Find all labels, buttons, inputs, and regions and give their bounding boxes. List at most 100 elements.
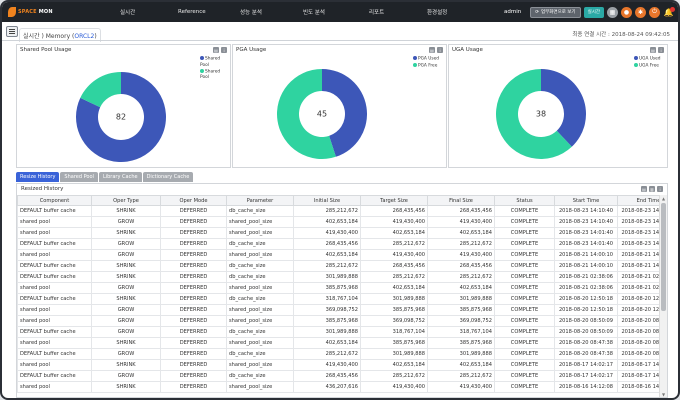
table-cell: 419,430,400 <box>427 249 495 261</box>
table-row[interactable]: DEFAULT buffer cache GROW DEFERRED db_cache… <box>17 370 667 382</box>
table-cell: db_cache_size <box>226 238 294 250</box>
table-cell: 419,430,400 <box>427 216 495 228</box>
menu-toggle-icon[interactable] <box>6 26 18 37</box>
table-cell: SHRINK <box>91 205 161 217</box>
column-header[interactable]: Target Size <box>360 195 428 206</box>
column-header[interactable]: Oper Mode <box>160 195 227 206</box>
panel-title: UGA Usage <box>452 47 483 53</box>
table-cell: 268,435,456 <box>293 370 361 382</box>
table-row[interactable]: DEFAULT buffer cache SHRINK DEFERRED db_cac… <box>17 205 667 217</box>
column-header[interactable]: Initial Size <box>293 195 361 206</box>
table-row[interactable]: DEFAULT buffer cache SHRINK DEFERRED db_cac… <box>17 271 667 283</box>
table-row[interactable]: DEFAULT buffer cache SHRINK DEFERRED db_cac… <box>17 293 667 305</box>
table-row[interactable]: shared pool GROW DEFERRED shared_pool_size 4… <box>17 216 667 228</box>
scroll-up-icon[interactable]: ▲ <box>661 196 666 201</box>
legend-item-used: UGA Used <box>634 56 661 63</box>
donut-slice-used[interactable] <box>541 69 586 147</box>
table-cell: 301,989,888 <box>293 271 361 283</box>
table-cell: 318,767,104 <box>360 326 428 338</box>
grid-icon[interactable]: ▦ <box>607 6 618 18</box>
legend-item-free: PGA Free <box>413 62 439 70</box>
tab-resize-history[interactable]: Resize History <box>16 172 60 182</box>
table-row[interactable]: DEFAULT buffer cache GROW DEFERRED db_cache… <box>17 348 667 360</box>
table-cell: 402,653,184 <box>360 282 428 294</box>
table-cell: DEFERRED <box>160 337 227 349</box>
column-header[interactable]: Oper Type <box>91 195 161 206</box>
view-mode-button[interactable]: ⟳ 업무화면으로 보기 <box>530 6 581 18</box>
info-icon[interactable]: i <box>437 47 443 53</box>
table-cell: GROW <box>91 348 161 360</box>
user-icon[interactable]: ● <box>621 6 632 18</box>
table-cell: DEFERRED <box>160 271 227 283</box>
table-cell: 2018-08-21 02:38:06 <box>554 271 618 283</box>
table-cell: COMPLETE <box>494 315 555 327</box>
table-cell: 402,653,184 <box>293 249 361 261</box>
table-row[interactable]: shared pool GROW DEFERRED shared_pool_size 3… <box>17 315 667 327</box>
scroll-down-icon[interactable]: ▼ <box>661 392 666 397</box>
power-icon[interactable]: ⏻ <box>649 6 660 18</box>
scroll-thumb[interactable] <box>661 203 666 311</box>
legend-dot <box>413 62 417 67</box>
table-cell: db_cache_size <box>226 326 294 338</box>
table-row[interactable]: shared pool SHRINK DEFERRED shared_pool_siz… <box>17 227 667 239</box>
column-header[interactable]: Component <box>17 195 92 206</box>
gear-icon[interactable]: ✱ <box>635 6 646 18</box>
table-cell: 2018-08-21 14:00:10 <box>554 249 618 261</box>
export-icon[interactable]: ▤ <box>429 47 435 53</box>
column-header[interactable]: Start Time <box>554 195 618 206</box>
nav-item-settings[interactable]: 환경설정 <box>427 8 447 16</box>
table-cell: SHRINK <box>91 337 161 349</box>
table-row[interactable]: shared pool SHRINK DEFERRED shared_pool_siz… <box>17 381 667 393</box>
info-icon[interactable]: i <box>658 47 664 53</box>
table-row[interactable]: shared pool SHRINK DEFERRED shared_pool_siz… <box>17 359 667 371</box>
table-cell: DEFAULT buffer cache <box>17 293 92 305</box>
table-cell: 2018-08-23 14:01:40 <box>554 238 618 250</box>
table-cell: 285,212,672 <box>293 205 361 217</box>
table-cell: GROW <box>91 370 161 382</box>
table-cell: DEFERRED <box>160 238 227 250</box>
chart-icon[interactable]: ▥ <box>649 186 655 192</box>
export-icon[interactable]: ▤ <box>641 186 647 192</box>
table-cell: DEFAULT buffer cache <box>17 205 92 217</box>
table-cell: 369,098,752 <box>360 315 428 327</box>
table-cell: COMPLETE <box>494 293 555 305</box>
table-row[interactable]: DEFAULT buffer cache GROW DEFERRED db_cache… <box>17 238 667 250</box>
table-cell: GROW <box>91 326 161 338</box>
table-row[interactable]: DEFAULT buffer cache SHRINK DEFERRED db_cac… <box>17 260 667 272</box>
table-scrollbar[interactable]: ▲ ▼ <box>659 195 667 397</box>
table-row[interactable]: shared pool SHRINK DEFERRED shared_pool_siz… <box>17 337 667 349</box>
nav-item-performance[interactable]: 성능 분석 <box>240 8 262 16</box>
nav-item-reference[interactable]: Reference <box>178 9 206 15</box>
table-cell: DEFERRED <box>160 348 227 360</box>
table-cell: 301,989,888 <box>360 348 428 360</box>
table-cell: 2018-08-23 14:10:40 <box>554 216 618 228</box>
realtime-button[interactable]: 실시간 <box>583 6 604 18</box>
info-icon[interactable]: i <box>657 186 663 192</box>
column-header[interactable]: Status <box>494 195 555 206</box>
nav-item-report[interactable]: 리포트 <box>369 8 384 16</box>
export-icon[interactable]: ▤ <box>650 47 656 53</box>
user-name[interactable]: admin <box>504 9 521 15</box>
table-row[interactable]: shared pool GROW DEFERRED shared_pool_size 3… <box>17 304 667 316</box>
table-cell: GROW <box>91 238 161 250</box>
table-row[interactable]: DEFAULT buffer cache GROW DEFERRED db_cache… <box>17 326 667 338</box>
donut-center-value: 45 <box>316 109 328 119</box>
column-header[interactable]: Final Size <box>427 195 495 206</box>
table-cell: GROW <box>91 216 161 228</box>
tab-shared-pool[interactable]: Shared Pool <box>60 172 98 182</box>
bell-icon[interactable]: 🔔 <box>663 6 675 18</box>
table-cell: 318,767,104 <box>293 293 361 305</box>
table-cell: DEFERRED <box>160 205 227 217</box>
nav-item-realtime[interactable]: 실시간 <box>120 8 135 16</box>
table-cell: COMPLETE <box>494 337 555 349</box>
tab-dictionary-cache[interactable]: Dictionary Cache <box>142 172 194 182</box>
column-header[interactable]: Parameter <box>226 195 294 206</box>
nav-item-frequency[interactable]: 빈도 분석 <box>303 8 325 16</box>
info-icon[interactable]: i <box>221 47 227 53</box>
tab-library-cache[interactable]: Library Cache <box>98 172 142 182</box>
table-row[interactable]: shared pool GROW DEFERRED shared_pool_size 4… <box>17 249 667 261</box>
table-row[interactable]: shared pool GROW DEFERRED shared_pool_size 3… <box>17 282 667 294</box>
export-icon[interactable]: ▤ <box>213 47 219 53</box>
table-cell: 2018-08-20 12:50:18 <box>554 304 618 316</box>
last-connection-time: 최종 연결 시간 : 2018-08-24 09:42:05 <box>572 32 670 38</box>
